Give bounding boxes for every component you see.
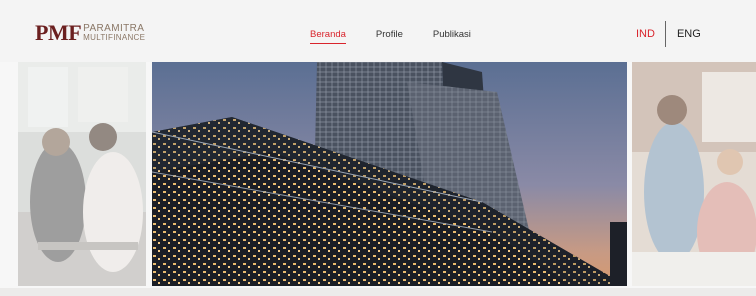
navbar: PMF PARAMITRA MULTIFINANCE Beranda Profi…: [0, 0, 756, 62]
nav-item-profile[interactable]: Profile: [376, 29, 403, 44]
nav-item-publikasi[interactable]: Publikasi: [433, 29, 471, 44]
carousel-slide-active[interactable]: [152, 62, 627, 286]
language-switcher: IND ENG: [636, 21, 701, 47]
slide-overlay: [18, 62, 146, 286]
brand-logo[interactable]: PMF PARAMITRA MULTIFINANCE: [35, 22, 145, 44]
slide-overlay: [632, 62, 756, 286]
lang-option-ind[interactable]: IND: [636, 28, 655, 40]
lang-option-eng[interactable]: ENG: [677, 28, 701, 40]
main-nav: Beranda Profile Publikasi: [310, 29, 471, 44]
carousel-slide-next[interactable]: [632, 62, 756, 286]
bottom-strip: [0, 288, 756, 296]
lang-divider: [664, 21, 666, 47]
logo-mark: PMF: [35, 20, 82, 45]
carousel-slide-prev[interactable]: [18, 62, 146, 286]
glass-skyscraper-image: [152, 62, 627, 286]
hero-carousel: [0, 62, 756, 288]
logo-wordmark: PARAMITRA MULTIFINANCE: [83, 24, 145, 42]
nav-item-beranda[interactable]: Beranda: [310, 29, 346, 44]
logo-line-2: MULTIFINANCE: [83, 33, 146, 42]
